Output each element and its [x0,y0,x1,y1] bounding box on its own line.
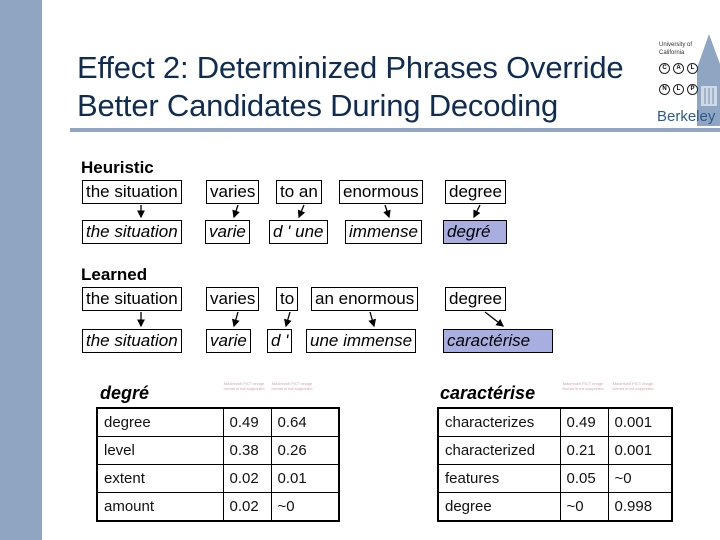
logo-node: P [687,84,698,95]
table-row: degree 0.49 0.64 [96,407,340,437]
heuristic-source-phrase: varies [206,180,260,204]
alignment-arrow [473,204,481,219]
logo-text-california: California [659,50,685,56]
table-cell: 0.21 [559,436,609,465]
heuristic-target-phrase: varie [205,220,250,244]
column-header-image-placeholder: Macintosh PICT image format is not suppo… [271,381,313,391]
table-cell: 0.49 [222,407,272,437]
alignment-arrow [232,204,240,219]
table-cell: 0.998 [607,492,673,522]
logo-text-university: University of [659,42,693,48]
logo-wordmark: Berkeley [657,108,716,125]
table-title-degre: degré [100,383,150,403]
table-cell: ~0 [607,464,673,493]
table-row: degree ~0 0.998 [437,492,673,522]
heuristic-target-phrase: the situation [82,220,182,244]
table-cell: 0.38 [222,436,272,465]
degre-translation-table: degree 0.49 0.64 level 0.38 0.26 extent … [96,407,340,522]
logo-node: A [673,63,684,74]
learned-label: Learned [81,265,148,284]
learned-source-phrase: the situation [82,287,182,311]
table-cell: characterized [437,436,561,465]
table-cell: 0.05 [559,464,609,493]
table-cell: ~0 [559,492,609,522]
table-cell: amount [96,492,224,522]
caracterise-translation-table: characterizes 0.49 0.001 characterized 0… [437,407,673,522]
alignment-arrow [297,204,306,219]
table-cell: ~0 [270,492,340,522]
learned-source-phrase: an enormous [311,287,419,311]
table-row: characterizes 0.49 0.001 [437,407,673,437]
table-row: amount 0.02 ~0 [96,492,340,522]
alignment-arrow [484,311,505,327]
learned-target-phrase: varie [206,329,251,353]
table-row: features 0.05 ~0 [437,464,673,493]
heuristic-label: Heuristic [81,158,154,177]
alignment-arrow [368,311,376,328]
table-row: characterized 0.21 0.001 [437,436,673,465]
heuristic-source-phrase: the situation [82,180,182,204]
table-cell: 0.49 [559,407,609,437]
learned-source-phrase: varies [206,287,260,311]
alignment-arrow [284,311,292,328]
table-cell: 0.02 [222,492,272,522]
slide-title: Effect 2: Determinized Phrases Override … [77,49,624,125]
learned-target-highlighted: caractérise [443,329,553,353]
learned-target-phrase: d ' [267,329,293,353]
table-cell: 0.02 [222,464,272,493]
table-title-caracterise: caractérise [440,383,536,403]
learned-source-phrase: to [276,287,299,311]
column-header-image-placeholder: Macintosh PICT image format is not suppo… [612,381,654,391]
accent-side-bar [0,0,42,540]
column-header-image-placeholder: Macintosh PICT image format is not suppo… [223,381,265,391]
heuristic-source-phrase: to an [276,180,322,204]
learned-target-phrase: une immense [306,329,417,353]
heuristic-source-phrase: degree [445,180,506,204]
heuristic-source-phrase: enormous [339,180,423,204]
heuristic-target-highlighted: degré [443,220,507,244]
alignment-arrow [383,204,391,219]
learned-source-phrase: degree [445,287,506,311]
logo-node: L [673,84,684,95]
alignment-arrow [232,311,240,328]
column-header-image-placeholder: Macintosh PICT image format is not suppo… [562,381,604,391]
logo-node: C [659,63,670,74]
table-cell: 0.01 [270,464,340,493]
table-cell: level [96,436,224,465]
title-line-1: Effect 2: Determinized Phrases Override [77,50,624,85]
table-cell: 0.001 [607,407,673,437]
logo-node: L [687,63,698,74]
table-cell: 0.26 [270,436,340,465]
table-cell: characterizes [437,407,561,437]
table-row: level 0.38 0.26 [96,436,340,465]
heuristic-target-phrase: d ' une [269,220,328,244]
logo-node: N [659,84,670,95]
table-cell: degree [96,407,224,437]
table-cell: 0.64 [270,407,340,437]
title-divider [70,128,720,132]
table-cell: extent [96,464,224,493]
table-cell: degree [437,492,561,522]
learned-target-phrase: the situation [82,329,182,353]
table-cell: features [437,464,561,493]
berkeley-nlp-logo: University of California C A L N L P Ber… [655,34,720,129]
heuristic-target-phrase: immense [345,220,422,244]
table-cell: 0.001 [607,436,673,465]
table-row: extent 0.02 0.01 [96,464,340,493]
title-line-2: Better Candidates During Decoding [77,88,559,123]
